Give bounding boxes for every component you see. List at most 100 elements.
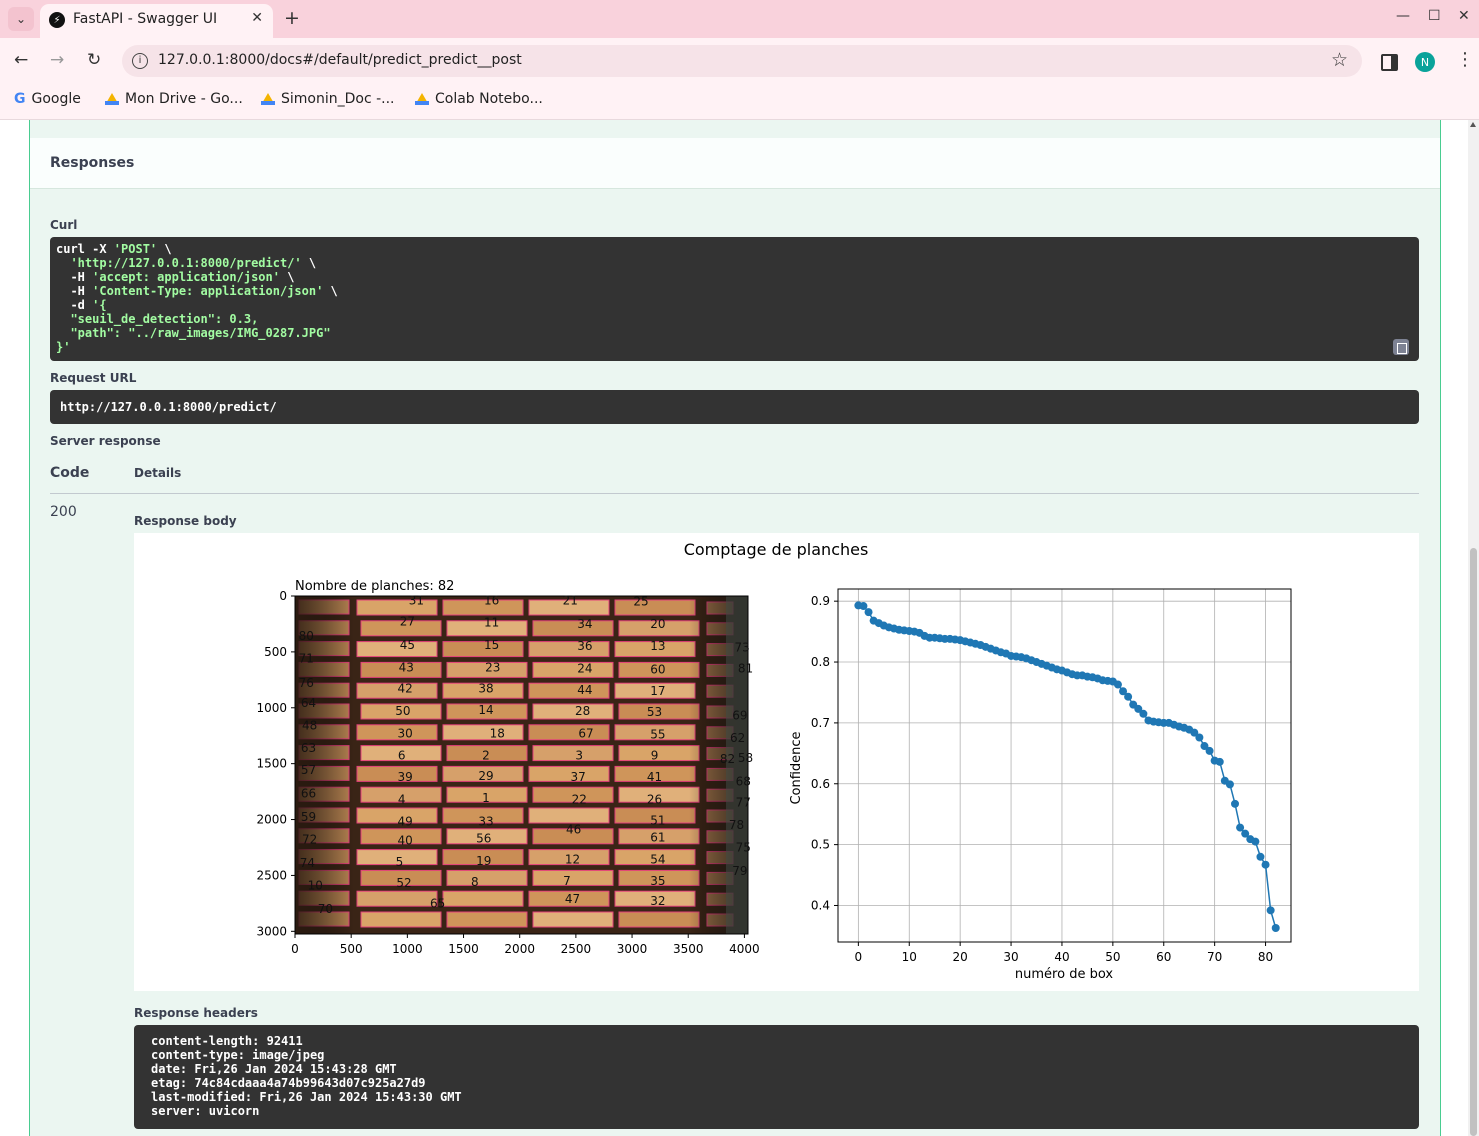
box-label: 3 xyxy=(575,749,583,763)
box-label: 4 xyxy=(398,792,406,806)
box-label: 2 xyxy=(482,749,490,763)
box-label: 25 xyxy=(633,594,648,608)
box-label: 52 xyxy=(396,876,411,890)
box-label: 11 xyxy=(484,616,499,630)
scroll-up-arrow-icon[interactable] xyxy=(1470,122,1476,127)
box-label: 12 xyxy=(565,853,580,867)
box-label: 38 xyxy=(478,682,493,696)
request-url-block[interactable]: http://127.0.0.1:8000/predict/ xyxy=(50,390,1419,424)
site-info-icon[interactable]: i xyxy=(132,53,148,69)
box-label: 5 xyxy=(396,855,404,869)
curl-code-block[interactable]: curl -X 'POST' \ 'http://127.0.0.1:8000/… xyxy=(50,237,1419,361)
close-tab-icon[interactable]: ✕ xyxy=(251,10,263,26)
scrollbar-thumb[interactable] xyxy=(1470,548,1477,1136)
box-label: 75 xyxy=(736,840,751,854)
response-header-line: content-length: 92411 xyxy=(151,1034,303,1048)
drive-icon xyxy=(261,93,275,105)
box-label: 42 xyxy=(397,682,412,696)
chart-frame xyxy=(837,588,1292,943)
box-label: 81 xyxy=(738,662,753,676)
y-tick-label: 0.4 xyxy=(811,898,830,912)
x-tick-label: 50 xyxy=(1105,950,1120,964)
response-status-code: 200 xyxy=(50,504,77,520)
drive-icon xyxy=(105,93,119,105)
x-tick-label: 3500 xyxy=(673,942,704,956)
x-axis-label: numéro de box xyxy=(1015,967,1113,982)
y-axis-label: Confidence xyxy=(789,731,804,804)
box-label: 48 xyxy=(302,719,317,733)
box-label: 34 xyxy=(577,617,592,631)
responses-header: Responses xyxy=(30,138,1440,189)
box-label: 35 xyxy=(650,874,665,888)
url-text[interactable]: 127.0.0.1:8000/docs#/default/predict_pre… xyxy=(158,52,522,68)
x-tick-label: 1000 xyxy=(392,942,423,956)
box-label: 18 xyxy=(490,726,505,740)
y-tick-label: 3000 xyxy=(256,924,287,938)
y-tick-label: 0.8 xyxy=(811,655,830,669)
bookmark-colab[interactable]: Colab Notebo... xyxy=(415,91,543,107)
page-scrollbar[interactable] xyxy=(1468,120,1479,1136)
confidence-point xyxy=(1205,746,1214,755)
response-headers-label: Response headers xyxy=(134,1006,258,1020)
google-icon: G xyxy=(14,91,26,107)
x-tick-label: 2500 xyxy=(561,942,592,956)
box-label: 26 xyxy=(647,792,662,806)
back-button[interactable]: ← xyxy=(14,50,28,70)
bookmark-star-icon[interactable]: ☆ xyxy=(1331,49,1348,71)
confidence-point xyxy=(1266,906,1275,915)
x-tick-label: 0 xyxy=(855,950,863,964)
box-label: 36 xyxy=(577,639,592,653)
address-bar[interactable]: i 127.0.0.1:8000/docs#/default/predict_p… xyxy=(122,45,1362,77)
profile-avatar[interactable]: N xyxy=(1415,52,1435,72)
box-label: 10 xyxy=(308,878,323,892)
response-header-line: content-type: image/jpeg xyxy=(151,1048,325,1062)
box-label: 31 xyxy=(409,593,424,607)
box-label: 69 xyxy=(732,708,747,722)
box-label: 50 xyxy=(395,704,410,718)
response-headers-block[interactable]: content-length: 92411 content-type: imag… xyxy=(134,1025,1419,1129)
confidence-point xyxy=(1256,852,1265,861)
box-label: 61 xyxy=(650,830,665,844)
box-label: 27 xyxy=(400,615,415,629)
request-url-value: http://127.0.0.1:8000/predict/ xyxy=(60,400,277,414)
confidence-point xyxy=(1195,733,1204,742)
bookmark-label: Colab Notebo... xyxy=(435,91,543,107)
box-label: 30 xyxy=(397,726,412,740)
y-tick-label: 0.9 xyxy=(811,594,830,608)
copy-to-clipboard-icon[interactable] xyxy=(1393,339,1409,355)
box-label: 46 xyxy=(566,822,581,836)
browser-menu-icon[interactable]: ⋮ xyxy=(1456,49,1474,70)
box-label: 40 xyxy=(397,834,412,848)
new-tab-button[interactable]: + xyxy=(284,7,300,29)
bookmark-google[interactable]: G Google xyxy=(14,91,81,107)
box-label: 80 xyxy=(299,629,314,643)
x-tick-label: 1500 xyxy=(448,942,479,956)
active-tab[interactable]: ⚡ FastAPI - Swagger UI ✕ xyxy=(40,4,273,38)
close-window-button[interactable]: ✕ xyxy=(1458,8,1470,24)
x-tick-label: 20 xyxy=(953,950,968,964)
reload-button[interactable]: ↻ xyxy=(87,50,101,70)
box-label: 1 xyxy=(482,791,490,805)
image-panel-title: Nombre de planches: 82 xyxy=(295,579,454,594)
box-label: 22 xyxy=(572,792,587,806)
bookmark-simonin-doc[interactable]: Simonin_Doc -... xyxy=(261,91,395,107)
figure-suptitle: Comptage de planches xyxy=(684,540,869,559)
box-label: 54 xyxy=(650,853,665,867)
x-tick-label: 80 xyxy=(1258,950,1273,964)
tab-search-button[interactable]: ⌄ xyxy=(8,7,34,31)
box-label: 79 xyxy=(732,864,747,878)
swagger-page: Responses Curl curl -X 'POST' \ 'http://… xyxy=(0,120,1468,1136)
side-panel-icon[interactable] xyxy=(1381,54,1398,71)
confidence-point xyxy=(1271,924,1280,933)
forward-button[interactable]: → xyxy=(50,50,64,70)
box-label: 64 xyxy=(301,696,316,710)
box-label: 41 xyxy=(647,770,662,784)
box-label: 39 xyxy=(397,770,412,784)
bookmark-mon-drive[interactable]: Mon Drive - Go... xyxy=(105,91,243,107)
confidence-point xyxy=(859,602,868,611)
box-label: 70 xyxy=(318,902,333,916)
bookmarks-bar: G Google Mon Drive - Go... Simonin_Doc -… xyxy=(0,84,1479,120)
box-label: 49 xyxy=(397,815,412,829)
maximize-button[interactable]: ☐ xyxy=(1428,8,1441,24)
minimize-button[interactable]: — xyxy=(1396,8,1410,24)
